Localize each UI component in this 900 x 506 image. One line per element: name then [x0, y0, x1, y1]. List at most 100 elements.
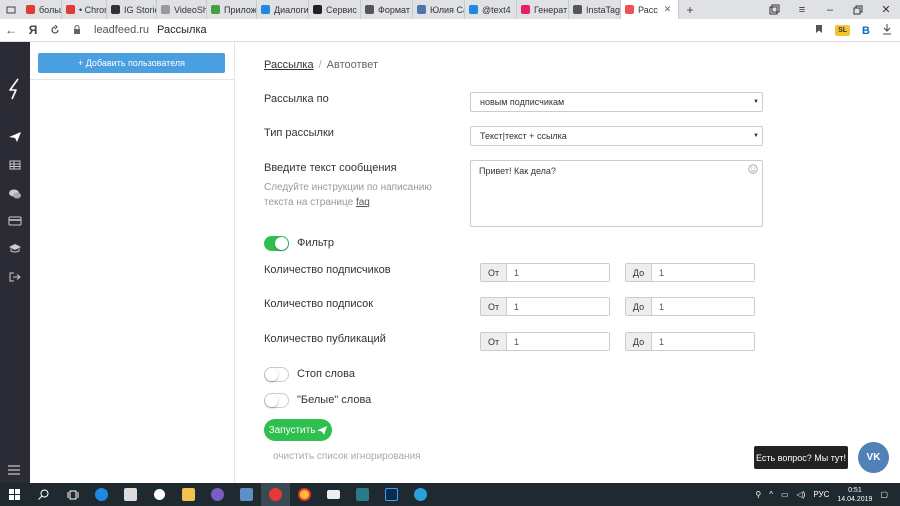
task-view-icon[interactable] — [58, 483, 87, 506]
app-icon[interactable] — [145, 483, 174, 506]
subscribers-to-field[interactable]: До 1 — [625, 263, 755, 282]
chat-icon[interactable] — [8, 188, 22, 200]
tab-favicon-icon — [625, 5, 634, 14]
download-icon[interactable] — [882, 23, 892, 38]
browser-tab[interactable]: Юлия Са — [413, 0, 465, 19]
folder-icon[interactable] — [174, 483, 203, 506]
address-domain[interactable]: leadfeed.ru — [94, 24, 149, 36]
address-bar: ← Я leadfeed.ru Рассылка SL B — [0, 19, 900, 42]
viber-icon[interactable] — [203, 483, 232, 506]
chevron-up-icon[interactable]: ^ — [769, 490, 773, 499]
message-textarea[interactable]: Привет! Как дела? — [470, 160, 763, 227]
tab-label: Прилож — [224, 4, 257, 15]
new-tab-button[interactable]: + — [679, 0, 701, 19]
publications-from-field[interactable]: От 1 — [480, 332, 610, 351]
reload-icon[interactable] — [44, 25, 66, 35]
browser-tab[interactable]: Формат — [361, 0, 413, 19]
menu-icon[interactable] — [8, 465, 20, 475]
lock-icon — [66, 25, 88, 35]
minimize-icon[interactable]: – — [816, 0, 844, 19]
notifications-icon[interactable]: ▢ — [880, 490, 888, 499]
tab-list-icon[interactable] — [0, 0, 22, 19]
send-icon[interactable] — [8, 131, 22, 143]
breadcrumb-parent-link[interactable]: Рассылка — [264, 59, 314, 71]
subscriptions-label: Количество подписок — [264, 298, 374, 310]
publications-to-input[interactable]: 1 — [652, 333, 754, 350]
language-indicator[interactable]: РУС — [813, 490, 829, 499]
white-words-toggle[interactable] — [264, 393, 289, 408]
mailing-by-label: Рассылка по — [264, 93, 329, 105]
publications-to-field[interactable]: До 1 — [625, 332, 755, 351]
clock[interactable]: 0:51 14.04.2019 — [837, 486, 872, 504]
store-icon[interactable] — [116, 483, 145, 506]
code-icon[interactable] — [348, 483, 377, 506]
chrome-icon[interactable] — [290, 483, 319, 506]
edge-icon[interactable] — [87, 483, 116, 506]
people-icon[interactable]: ⚲ — [755, 490, 761, 499]
b-extension-icon[interactable]: B — [862, 25, 870, 37]
table-icon[interactable] — [8, 159, 22, 171]
bookmark-icon[interactable] — [815, 24, 823, 37]
tab-label: Юлия Са — [430, 4, 465, 15]
network-icon[interactable]: ▭ — [781, 490, 789, 499]
toggle-knob — [265, 368, 278, 381]
clock-date: 14.04.2019 — [837, 495, 873, 503]
publications-from-input[interactable]: 1 — [507, 333, 609, 350]
browser-tab[interactable]: InstaTag — [569, 0, 621, 19]
search-icon[interactable] — [29, 483, 58, 506]
yandex-logo[interactable]: Я — [22, 23, 44, 37]
browser-tab[interactable]: IG Storie — [107, 0, 157, 19]
filter-toggle[interactable] — [264, 236, 289, 251]
subscribers-from-input[interactable]: 1 — [507, 264, 609, 281]
windows-start-icon[interactable] — [0, 483, 29, 506]
card-icon[interactable] — [8, 215, 22, 227]
back-arrow-icon[interactable]: ← — [0, 23, 22, 37]
clear-ignore-list-link[interactable]: очистить список игнорирования — [273, 451, 421, 462]
close-window-icon[interactable]: ✕ — [872, 0, 900, 19]
subscriptions-to-input[interactable]: 1 — [652, 298, 754, 315]
telegram-icon[interactable] — [406, 483, 435, 506]
photoshop-icon[interactable] — [377, 483, 406, 506]
close-tab-icon[interactable]: ✕ — [664, 4, 672, 15]
browser-tab[interactable]: большо — [22, 0, 62, 19]
browser-tab[interactable]: VideoSh — [157, 0, 207, 19]
emoji-icon[interactable] — [748, 164, 758, 174]
subscriptions-from-input[interactable]: 1 — [507, 298, 609, 315]
chat-tooltip[interactable]: Есть вопрос? Мы тут! — [754, 446, 848, 469]
mail-icon[interactable] — [319, 483, 348, 506]
tab-manager-icon[interactable] — [760, 0, 788, 19]
vk-chat-button[interactable]: VK — [858, 442, 889, 473]
yandex-browser-icon[interactable] — [261, 483, 290, 506]
restore-icon[interactable] — [844, 0, 872, 19]
stop-words-toggle[interactable] — [264, 367, 289, 382]
browser-tab[interactable]: @text4 — [465, 0, 517, 19]
tab-label: Диалоги — [274, 4, 309, 15]
subscribers-to-input[interactable]: 1 — [652, 264, 754, 281]
logout-icon[interactable] — [8, 271, 22, 283]
run-button[interactable]: Запустить — [264, 419, 332, 441]
tab-favicon-icon — [469, 5, 478, 14]
sl-extension-icon[interactable]: SL — [835, 25, 851, 36]
subscriptions-to-field[interactable]: До 1 — [625, 297, 755, 316]
browser-tab[interactable]: • Chrom — [62, 0, 107, 19]
browser-tab[interactable]: Расс ✕ — [621, 0, 679, 19]
address-page-title[interactable]: Рассылка — [157, 24, 207, 36]
whiteboard-icon[interactable] — [232, 483, 261, 506]
add-user-button[interactable]: + Добавить пользователя — [38, 53, 225, 73]
graduation-icon[interactable] — [8, 243, 22, 255]
browser-tab[interactable]: Сервис — [309, 0, 361, 19]
subscriptions-from-field[interactable]: От 1 — [480, 297, 610, 316]
white-words-label: "Белые" слова — [297, 394, 372, 406]
mailing-type-select[interactable]: Текст|текст + ссылка ▼ — [470, 126, 763, 146]
subscribers-from-field[interactable]: От 1 — [480, 263, 610, 282]
system-tray: ⚲ ^ ▭ ◁) РУС 0:51 14.04.2019 ▢ — [755, 483, 900, 506]
mailing-by-select[interactable]: новым подписчикам ▼ — [470, 92, 763, 112]
browser-tab[interactable]: Диалоги — [257, 0, 309, 19]
browser-tab[interactable]: Генерат — [517, 0, 569, 19]
browser-tab[interactable]: Прилож — [207, 0, 257, 19]
volume-icon[interactable]: ◁) — [797, 490, 806, 499]
logo-icon[interactable] — [7, 78, 23, 100]
settings-icon[interactable]: ≡ — [788, 0, 816, 19]
faq-link[interactable]: faq — [356, 197, 370, 208]
tab-label: IG Storie — [124, 4, 157, 15]
